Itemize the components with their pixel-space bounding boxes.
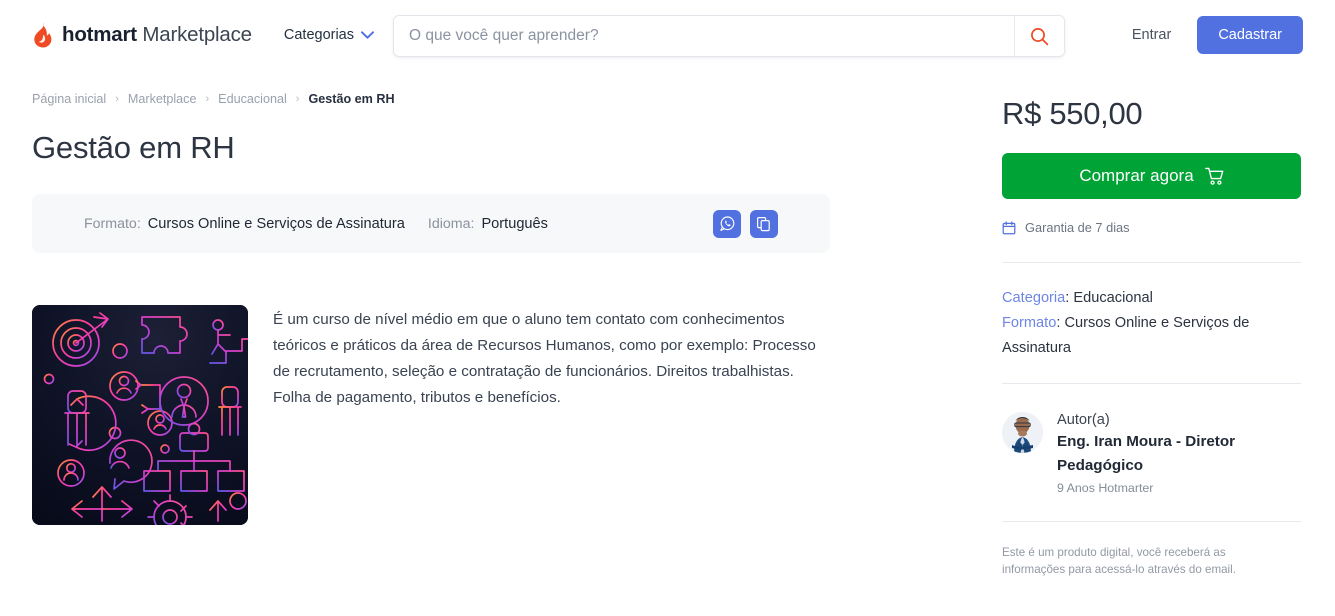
product-thumbnail[interactable]: [32, 305, 248, 525]
meta-format-key[interactable]: Formato: [1002, 315, 1056, 331]
page-body: Página inicial › Marketplace › Educacion…: [0, 71, 1335, 578]
signup-button[interactable]: Cadastrar: [1197, 16, 1303, 54]
main-column: Página inicial › Marketplace › Educacion…: [32, 71, 962, 578]
brand-logo[interactable]: hotmart Marketplace: [32, 22, 252, 48]
sidebar-divider-2: [1002, 383, 1301, 384]
search-input[interactable]: [394, 16, 1014, 56]
share-whatsapp-button[interactable]: [713, 209, 741, 238]
categories-dropdown[interactable]: Categorias: [284, 27, 374, 43]
breadcrumb-item-1[interactable]: Marketplace: [128, 92, 197, 106]
format-info: Formato: Cursos Online e Serviços de Ass…: [84, 216, 405, 232]
language-info: Idioma: Português: [428, 216, 548, 232]
copy-link-icon: [756, 216, 772, 232]
breadcrumb-separator: ›: [295, 93, 300, 105]
buy-now-button[interactable]: Comprar agora: [1002, 153, 1301, 199]
avatar: [1002, 412, 1043, 453]
calendar-icon: [1002, 220, 1016, 235]
breadcrumb: Página inicial › Marketplace › Educacion…: [32, 71, 962, 106]
categories-label: Categorias: [283, 27, 354, 43]
author-details: Autor(a) Eng. Iran Moura - Diretor Pedag…: [1057, 412, 1302, 495]
brand-bold-text: hotmart: [62, 23, 137, 46]
copy-link-button[interactable]: [750, 209, 778, 238]
format-value: Cursos Online e Serviços de Assinatura: [147, 215, 405, 232]
search-button[interactable]: [1014, 16, 1064, 56]
product-description: É um curso de nível médio em que o aluno…: [273, 311, 816, 406]
brand-light-text: Marketplace: [142, 23, 252, 46]
product-content: É um curso de nível médio em que o aluno…: [32, 305, 962, 525]
product-price: R$ 550,00: [1002, 96, 1143, 131]
breadcrumb-separator: ›: [115, 93, 119, 105]
product-info-bar: Formato: Cursos Online e Serviços de Ass…: [32, 194, 830, 253]
breadcrumb-item-0[interactable]: Página inicial: [32, 92, 106, 106]
digital-product-footnote: Este é um produto digital, você receberá…: [1002, 546, 1236, 576]
buy-now-label: Comprar agora: [1079, 166, 1194, 185]
breadcrumb-separator: ›: [205, 93, 210, 105]
chevron-down-icon: [361, 31, 374, 39]
page-title: Gestão em RH: [32, 130, 235, 165]
shopping-cart-icon: [1204, 167, 1224, 186]
format-label: Formato:: [84, 215, 141, 232]
breadcrumb-item-2[interactable]: Educacional: [218, 92, 287, 106]
header-actions: Entrar Cadastrar: [1132, 16, 1303, 54]
product-meta: Categoria: Educacional Formato: Cursos O…: [1002, 286, 1302, 361]
search-icon: [1030, 27, 1049, 46]
guarantee-label: Garantia de 7 dias: [1025, 220, 1130, 235]
author-name: Eng. Iran Moura - Diretor Pedagógico: [1057, 433, 1236, 474]
hotmart-flame-icon: [32, 22, 54, 48]
whatsapp-icon: [719, 215, 736, 232]
author-role-label: Autor(a): [1057, 412, 1110, 428]
language-value: Português: [481, 215, 548, 232]
login-link[interactable]: Entrar: [1132, 27, 1172, 43]
author-tenure: 9 Anos Hotmarter: [1057, 481, 1154, 495]
share-actions: [713, 209, 778, 238]
purchase-sidebar: R$ 550,00 Comprar agora Garantia de 7 di…: [1002, 71, 1302, 578]
language-label: Idioma:: [427, 215, 475, 232]
meta-format-row: Formato: Cursos Online e Serviços de Ass…: [1002, 315, 1250, 356]
sidebar-divider-1: [1002, 262, 1301, 263]
guarantee-badge: Garantia de 7 dias: [1002, 220, 1302, 235]
author-block[interactable]: Autor(a) Eng. Iran Moura - Diretor Pedag…: [1002, 412, 1302, 495]
search-bar[interactable]: [393, 15, 1065, 57]
meta-category-row: Categoria: Educacional: [1002, 290, 1153, 306]
breadcrumb-item-current: Gestão em RH: [308, 92, 395, 106]
meta-category-value: Educacional: [1073, 290, 1153, 306]
sidebar-divider-3: [1002, 521, 1301, 522]
site-header: hotmart Marketplace Categorias Entrar Ca…: [0, 0, 1335, 71]
brand-wordmark: hotmart Marketplace: [62, 23, 252, 47]
meta-category-key[interactable]: Categoria: [1002, 290, 1065, 306]
